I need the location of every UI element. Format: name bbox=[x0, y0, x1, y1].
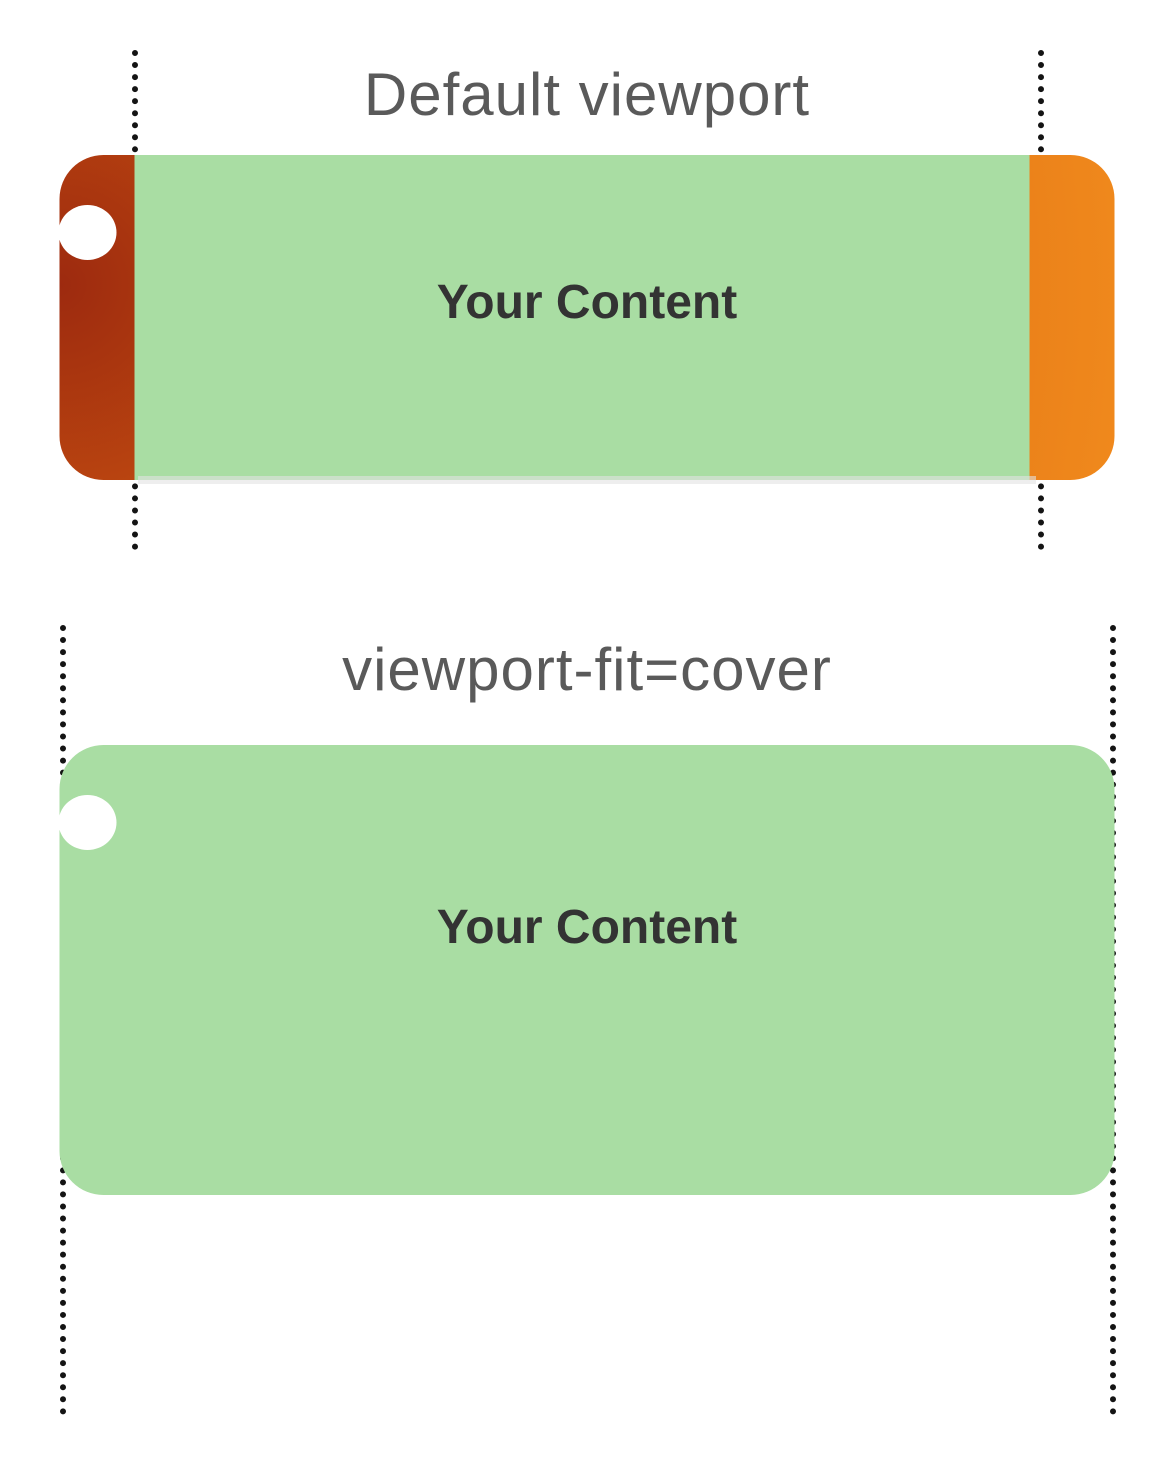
device-notch bbox=[60, 795, 117, 850]
content-label-cover: Your Content bbox=[60, 900, 1115, 955]
device-frame-cover: Your Content bbox=[60, 745, 1115, 1195]
content-label-default: Your Content bbox=[60, 275, 1115, 330]
device-notch bbox=[60, 205, 117, 260]
diagram-stage: Default viewport Your Content viewport-f… bbox=[0, 0, 1174, 1476]
section-title-cover: viewport-fit=cover bbox=[0, 635, 1174, 704]
device-frame-default: Your Content bbox=[60, 155, 1115, 480]
section-title-default: Default viewport bbox=[0, 60, 1174, 129]
browser-chrome-line bbox=[138, 476, 1036, 484]
